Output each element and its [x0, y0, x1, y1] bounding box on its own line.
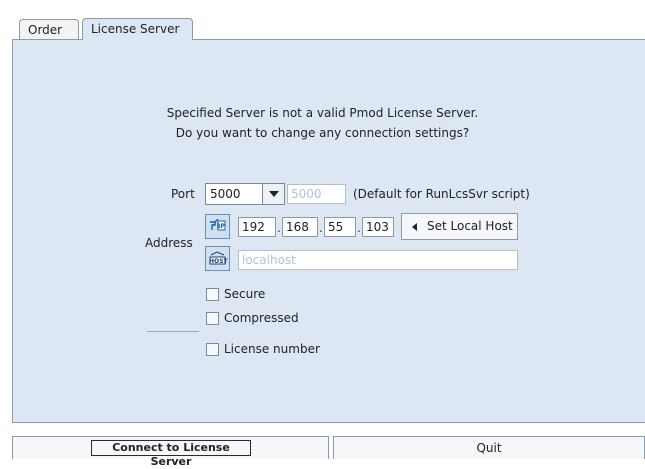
port-select[interactable]: 5000: [205, 183, 285, 205]
quit-button-label: Quit: [476, 441, 502, 455]
ip-glyph: IP: [210, 219, 226, 231]
connect-button-frame: Connect to License Server: [12, 436, 329, 468]
set-local-host-label: Set Local Host: [427, 219, 513, 233]
chevron-down-icon[interactable]: [262, 184, 284, 204]
set-local-host-button[interactable]: Set Local Host: [401, 213, 518, 240]
ip-icon[interactable]: IP: [205, 214, 230, 239]
port-select-value: 5000: [210, 187, 241, 201]
ip-octet-3[interactable]: 55: [324, 217, 356, 237]
tab-license-server-label: License Server: [91, 22, 180, 36]
ip-octet-4[interactable]: 103: [362, 217, 394, 237]
separator: [147, 331, 199, 332]
license-number-checkbox-label: License number: [224, 342, 320, 356]
license-number-checkbox-box[interactable]: [206, 343, 219, 356]
message-line-1: Specified Server is not a valid Pmod Lic…: [166, 106, 479, 120]
ip-dot: .: [319, 221, 323, 235]
ip-octet-1[interactable]: 192: [238, 217, 276, 237]
tab-order-label: Order: [28, 23, 63, 37]
host-icon-text: HOST: [209, 258, 228, 265]
port-label: Port: [171, 187, 195, 201]
address-label: Address: [145, 236, 193, 250]
ip-dot: .: [357, 221, 361, 235]
hostname-field: localhost: [238, 250, 518, 270]
ip-octet-2[interactable]: 168: [282, 217, 318, 237]
host-icon[interactable]: HOST: [205, 246, 230, 271]
tab-license-server[interactable]: License Server: [82, 18, 193, 40]
svg-text:IP: IP: [218, 223, 225, 230]
port-default-field: 5000: [287, 184, 346, 204]
ip-dot: .: [277, 221, 281, 235]
secure-checkbox-label: Secure: [224, 287, 266, 301]
secure-checkbox-box[interactable]: [206, 288, 219, 301]
arrow-left-icon: [412, 223, 417, 231]
connect-to-license-server-button[interactable]: Connect to License Server: [91, 440, 251, 468]
message-line-2: Do you want to change any connection set…: [175, 126, 470, 140]
connect-button-label: Connect to License Server: [112, 441, 230, 468]
quit-button[interactable]: Quit: [333, 436, 645, 459]
compressed-checkbox-label: Compressed: [224, 311, 299, 325]
port-hint: (Default for RunLcsSvr script): [353, 187, 530, 201]
tab-order[interactable]: Order: [19, 19, 79, 40]
compressed-checkbox-box[interactable]: [206, 312, 219, 325]
